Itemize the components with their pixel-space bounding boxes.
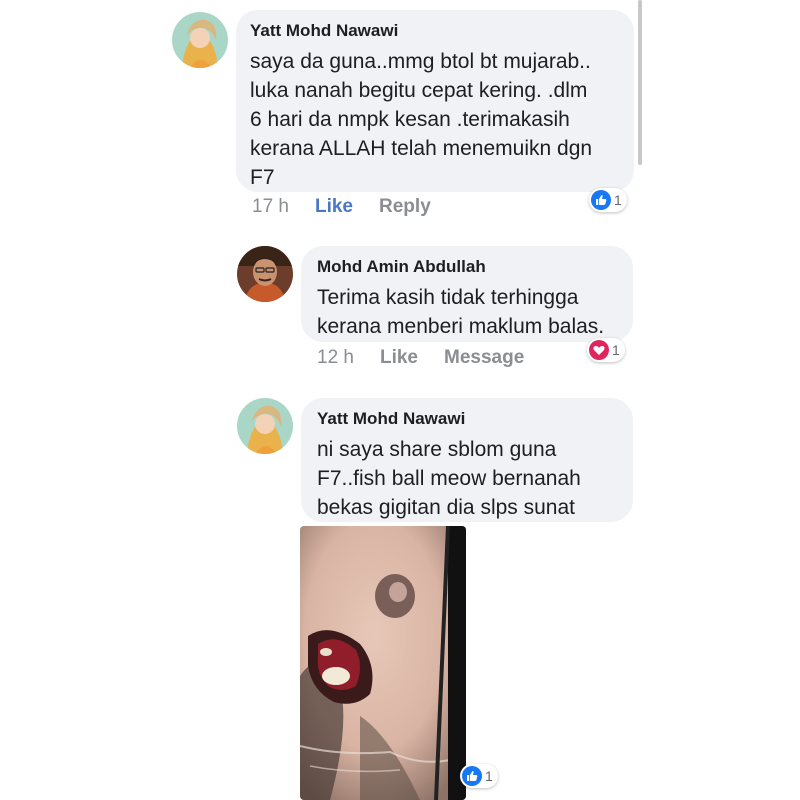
comment-bubble: Mohd Amin Abdullah Terima kasih tidak te… — [301, 246, 633, 342]
avatar[interactable] — [237, 398, 293, 454]
reaction-count: 1 — [614, 192, 622, 208]
comment-text: saya da guna..mmg btol bt mujarab.. luka… — [250, 50, 593, 189]
comment-bubble: Yatt Mohd Nawawi ni saya share sblom gun… — [301, 398, 633, 522]
avatar-image — [172, 12, 228, 68]
comment-author[interactable]: Yatt Mohd Nawawi — [317, 409, 617, 429]
comment-text: ni saya share sblom guna F7..fish ball m… — [317, 438, 581, 519]
reaction-summary[interactable]: 1 — [587, 338, 625, 362]
avatar[interactable] — [237, 246, 293, 302]
scrollbar[interactable] — [638, 0, 642, 165]
thumbs-up-icon — [591, 190, 611, 210]
comment-actions: 17 h Like Reply — [252, 196, 431, 218]
avatar-image — [237, 398, 293, 454]
comment-bubble: Yatt Mohd Nawawi saya da guna..mmg btol … — [236, 10, 634, 192]
comment-text: Terima kasih tidak terhingga kerana menb… — [317, 286, 605, 338]
comment-timestamp[interactable]: 12 h — [317, 347, 354, 369]
reaction-summary[interactable]: 1 — [460, 764, 498, 788]
reply-link[interactable]: Reply — [379, 196, 431, 218]
comment-author[interactable]: Mohd Amin Abdullah — [317, 257, 617, 277]
comment-author[interactable]: Yatt Mohd Nawawi — [250, 21, 620, 41]
like-link[interactable]: Like — [315, 196, 353, 218]
wound-photo — [300, 526, 466, 800]
reaction-count: 1 — [612, 342, 620, 358]
thumbs-up-icon — [462, 766, 482, 786]
avatar[interactable] — [172, 12, 228, 68]
like-link[interactable]: Like — [380, 347, 418, 369]
avatar-image — [237, 246, 293, 302]
comment-timestamp[interactable]: 17 h — [252, 196, 289, 218]
reaction-count: 1 — [485, 768, 493, 784]
reaction-summary[interactable]: 1 — [589, 188, 627, 212]
heart-icon — [589, 340, 609, 360]
comment-photo-attachment[interactable] — [300, 526, 466, 800]
message-link[interactable]: Message — [444, 347, 524, 369]
comment-actions: 12 h Like Message — [317, 347, 524, 369]
